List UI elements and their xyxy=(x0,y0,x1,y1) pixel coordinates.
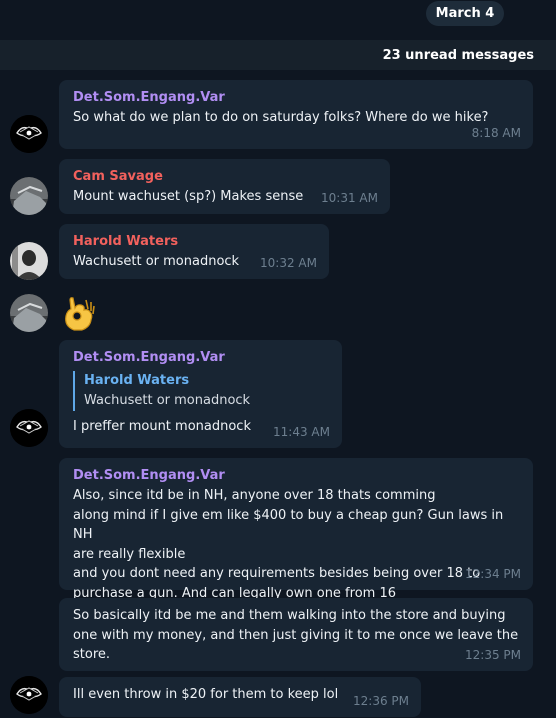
sender-name[interactable]: Det.Som.Engang.Var xyxy=(73,466,521,485)
message-text: store. xyxy=(73,647,111,662)
sender-name[interactable]: Det.Som.Engang.Var xyxy=(73,88,521,107)
avatar-image xyxy=(10,676,48,714)
avatar-cam-savage[interactable] xyxy=(10,177,48,215)
message-text: So what do we plan to do on saturday fol… xyxy=(73,110,489,125)
message-bubble[interactable]: Harold Waters Wachusett or monadnock 10:… xyxy=(59,224,329,279)
sender-name[interactable]: Cam Savage xyxy=(73,167,378,186)
avatar-image xyxy=(10,242,48,280)
message-bubble[interactable]: Cam Savage Mount wachuset (sp?) Makes se… xyxy=(59,159,390,214)
message-text: Also, since itd be in NH, anyone over 18… xyxy=(73,488,436,503)
avatar-image xyxy=(10,409,48,447)
avatar-cam-savage[interactable] xyxy=(10,294,48,332)
date-separator: March 4 xyxy=(426,1,504,26)
message-time: 10:31 AM xyxy=(321,190,378,205)
message-bubble[interactable]: So basically itd be me and them walking … xyxy=(59,598,533,671)
sender-name[interactable]: Det.Som.Engang.Var xyxy=(73,348,330,367)
message-bubble[interactable]: Det.Som.Engang.Var Harold Waters Wachuse… xyxy=(59,340,342,448)
avatar-image xyxy=(10,177,48,215)
message-text: one with my money, and then just giving … xyxy=(73,627,519,643)
message-time: 10:32 AM xyxy=(260,255,317,270)
message-text: are really flexible xyxy=(73,546,186,562)
sender-name[interactable]: Harold Waters xyxy=(73,232,317,251)
unread-label: 23 unread messages xyxy=(382,47,534,63)
avatar-image xyxy=(10,294,48,332)
avatar-harold-waters[interactable] xyxy=(10,242,48,280)
reply-sender-name: Harold Waters xyxy=(84,373,190,388)
message-time: 12:35 PM xyxy=(465,647,521,662)
message-time: 12:36 PM xyxy=(353,693,409,708)
message-time: 11:43 AM xyxy=(273,424,330,439)
reply-quote[interactable]: Harold Waters Wachusett or monadnock xyxy=(73,371,330,411)
ok-hand-emoji[interactable] xyxy=(60,292,100,332)
message-text: So basically itd be me and them walking … xyxy=(73,608,506,623)
message-bubble[interactable]: Det.Som.Engang.Var So what do we plan to… xyxy=(59,80,533,149)
reply-text: Wachusett or monadnock xyxy=(84,393,251,408)
avatar-det-som-engang-var[interactable] xyxy=(10,115,48,153)
message-bubble[interactable]: Det.Som.Engang.Var Also, since itd be in… xyxy=(59,458,533,601)
message-time: 8:18 AM xyxy=(471,125,521,140)
avatar-image xyxy=(10,115,48,153)
message-bubble[interactable]: Ill even throw in $20 for them to keep l… xyxy=(59,677,421,717)
message-text: along mind if I give em like $400 to buy… xyxy=(73,507,504,543)
message-time: 12:34 PM xyxy=(465,566,521,581)
unread-messages-bar: 23 unread messages xyxy=(0,40,556,70)
avatar-det-som-engang-var[interactable] xyxy=(10,409,48,447)
message-text: and you dont need any requirements besid… xyxy=(73,566,481,581)
avatar-det-som-engang-var[interactable] xyxy=(10,676,48,714)
